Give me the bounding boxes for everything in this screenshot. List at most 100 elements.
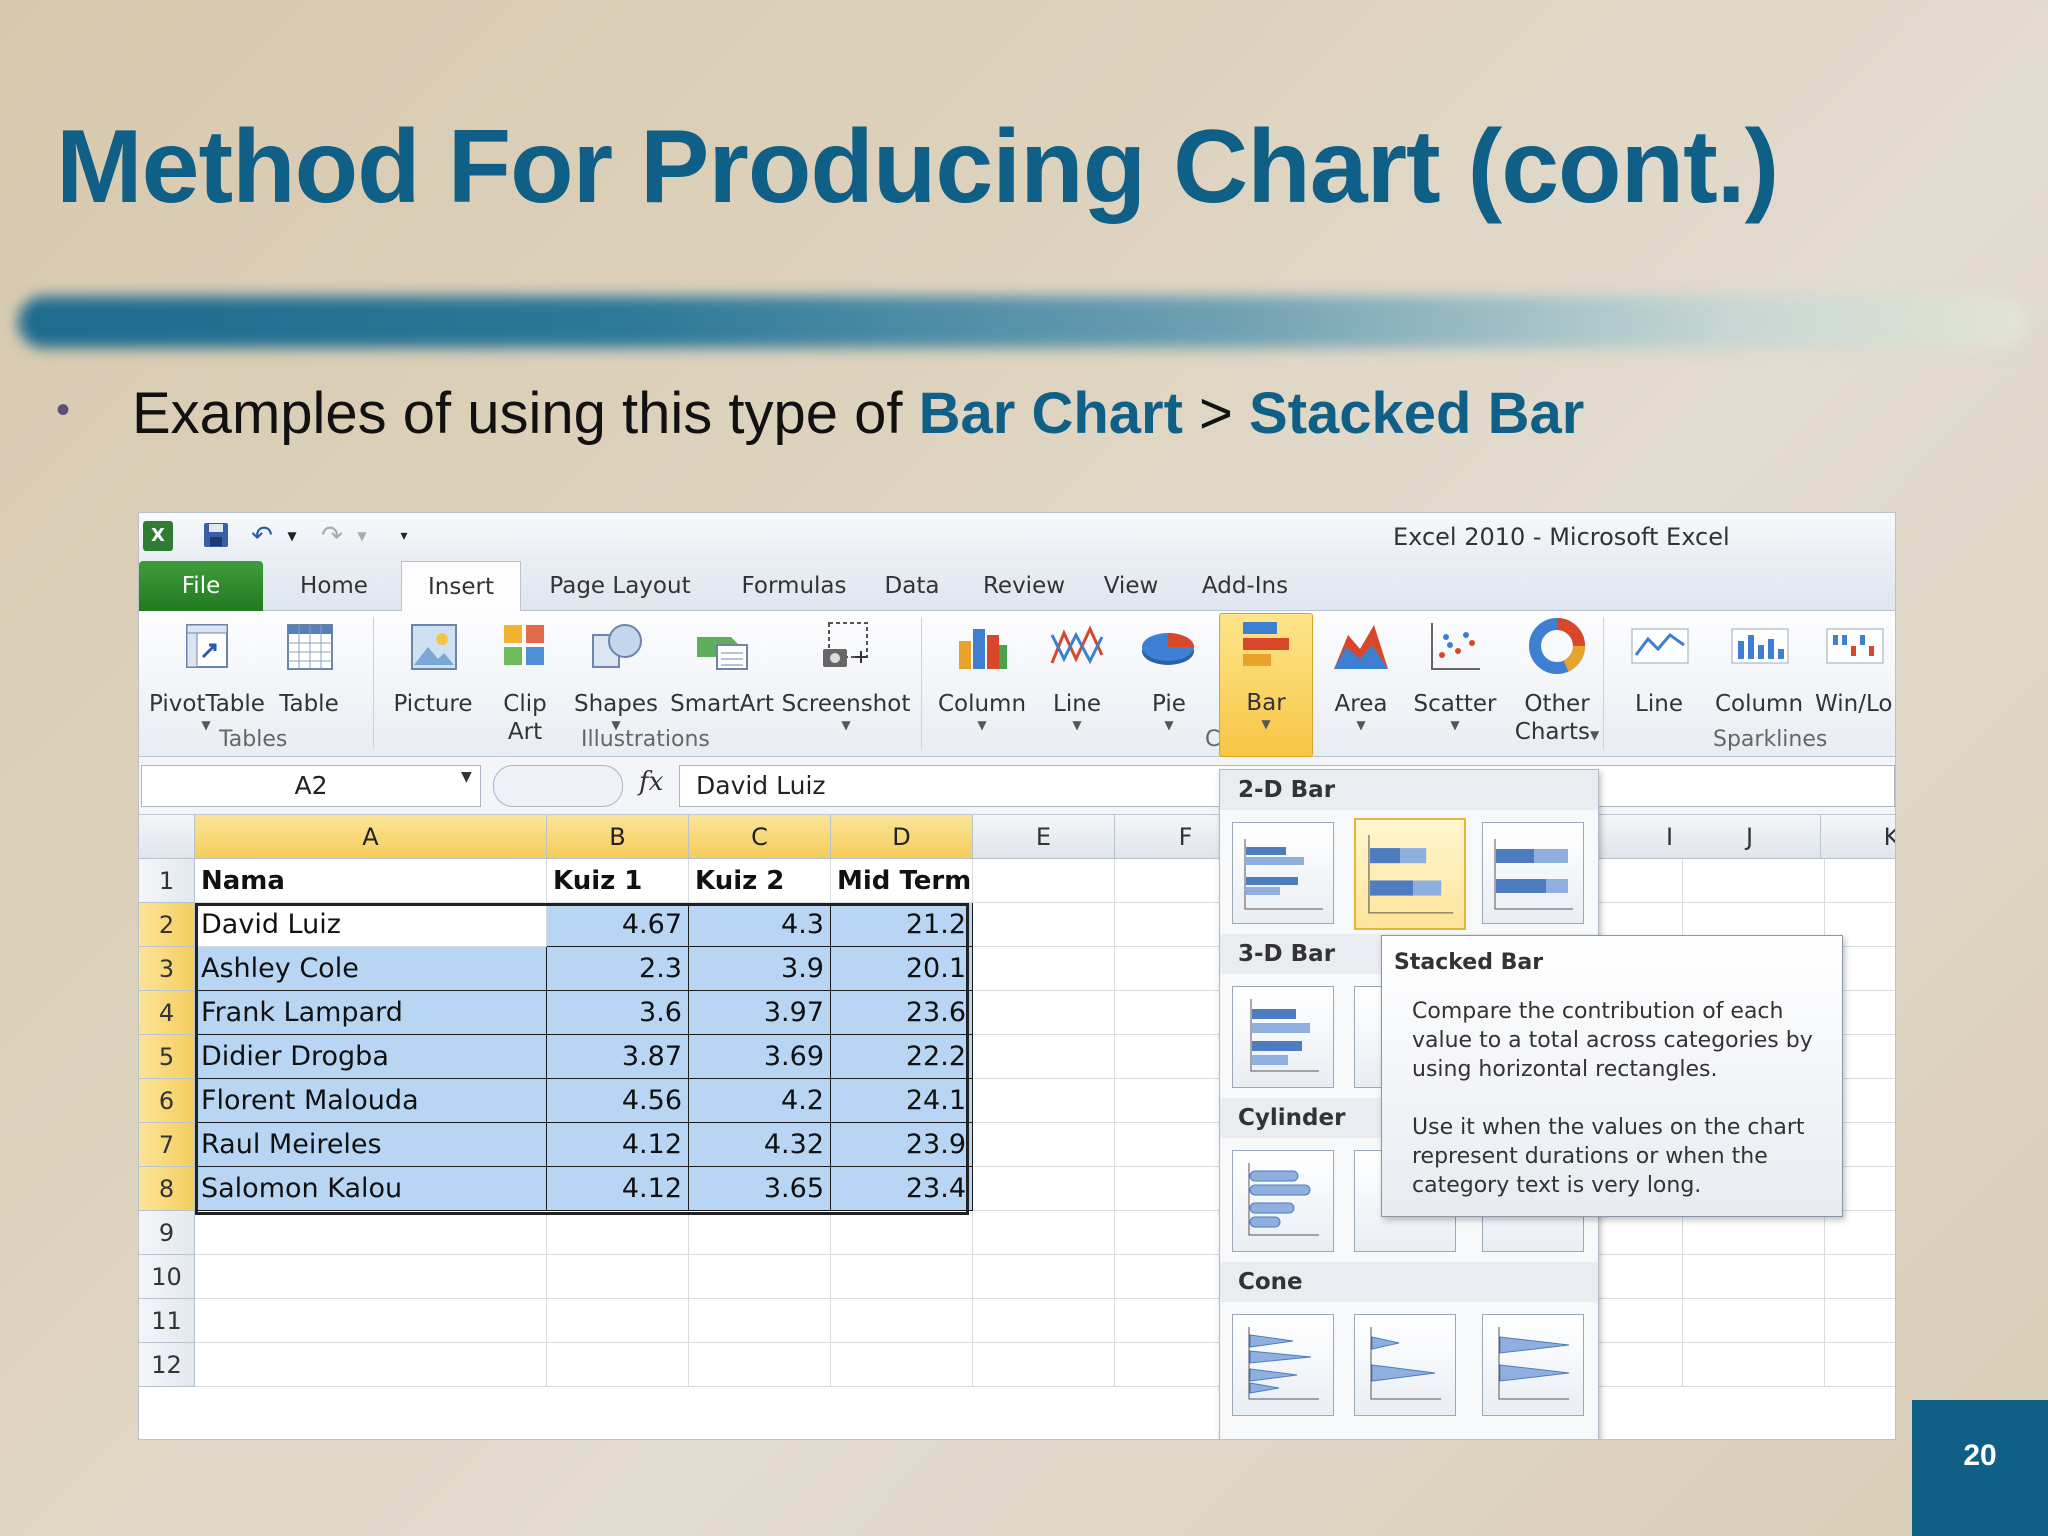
score-cell[interactable]: 24.1 — [831, 1079, 973, 1123]
name-cell[interactable]: Ashley Cole — [195, 947, 547, 991]
column-header-c[interactable]: C — [689, 815, 831, 859]
empty-cell[interactable] — [547, 1343, 689, 1387]
line-chart-button[interactable]: Line ▼ — [1039, 615, 1115, 732]
tab-formulas[interactable]: Formulas — [729, 561, 859, 611]
scatter-chart-button[interactable]: Scatter ▼ — [1407, 615, 1503, 732]
name-box-dropdown-icon[interactable]: ▼ — [461, 769, 472, 785]
score-cell[interactable]: 4.3 — [689, 903, 831, 947]
empty-cell[interactable] — [831, 1255, 973, 1299]
undo-dropdown-icon[interactable]: ▼ — [277, 521, 307, 551]
bar-chart-button[interactable]: Bar ▼ — [1219, 613, 1313, 757]
clip-art-button[interactable]: Clip Art — [489, 615, 561, 746]
score-cell[interactable]: 3.9 — [689, 947, 831, 991]
column-header-j[interactable]: J — [1679, 815, 1821, 859]
empty-cell[interactable] — [973, 859, 1115, 903]
customize-qat-icon[interactable]: ▾ — [389, 521, 419, 551]
tab-insert[interactable]: Insert — [401, 561, 521, 612]
sparkline-line-button[interactable]: Line — [1619, 615, 1699, 718]
name-box[interactable]: A2 — [141, 765, 481, 807]
row-header-7[interactable]: 7 — [139, 1123, 195, 1167]
empty-cell[interactable] — [973, 1211, 1115, 1255]
shapes-button[interactable]: Shapes ▼ — [569, 615, 663, 732]
empty-cell[interactable] — [547, 1255, 689, 1299]
empty-cell[interactable] — [195, 1211, 547, 1255]
empty-cell[interactable] — [973, 947, 1115, 991]
name-cell[interactable]: Raul Meireles — [195, 1123, 547, 1167]
empty-cell[interactable] — [831, 1211, 973, 1255]
screenshot-button[interactable]: Screenshot ▼ — [781, 615, 911, 732]
cone-bar-option[interactable] — [1232, 1314, 1334, 1416]
name-cell[interactable]: Didier Drogba — [195, 1035, 547, 1079]
insert-function-icon[interactable]: fx — [639, 767, 663, 797]
empty-cell[interactable] — [831, 1299, 973, 1343]
row-header-6[interactable]: 6 — [139, 1079, 195, 1123]
excel-logo-icon[interactable]: X — [143, 521, 173, 551]
empty-cell[interactable] — [973, 1035, 1115, 1079]
redo-dropdown-icon[interactable]: ▼ — [347, 521, 377, 551]
empty-cell[interactable] — [1825, 1299, 1895, 1343]
empty-cell[interactable] — [195, 1255, 547, 1299]
empty-cell[interactable] — [973, 991, 1115, 1035]
score-cell[interactable]: 3.6 — [547, 991, 689, 1035]
cone-stacked-bar-option[interactable] — [1354, 1314, 1456, 1416]
empty-cell[interactable] — [973, 903, 1115, 947]
other-charts-button[interactable]: Other Charts▼ — [1507, 615, 1607, 746]
cylinder-bar-option[interactable] — [1232, 1150, 1334, 1252]
score-cell[interactable]: 3.69 — [689, 1035, 831, 1079]
sparkline-winloss-button[interactable]: Win/Lo — [1815, 615, 1895, 718]
empty-cell[interactable] — [1825, 1211, 1895, 1255]
header-cell[interactable]: Kuiz 2 — [689, 859, 831, 903]
score-cell[interactable]: 4.56 — [547, 1079, 689, 1123]
area-chart-button[interactable]: Area ▼ — [1321, 615, 1401, 732]
row-header-5[interactable]: 5 — [139, 1035, 195, 1079]
empty-cell[interactable] — [1683, 1255, 1825, 1299]
empty-cell[interactable] — [1683, 859, 1825, 903]
score-cell[interactable]: 23.9 — [831, 1123, 973, 1167]
row-header-2[interactable]: 2 — [139, 903, 195, 947]
score-cell[interactable]: 2.3 — [547, 947, 689, 991]
redo-icon[interactable]: ↷ — [317, 521, 347, 551]
column-header-b[interactable]: B — [547, 815, 689, 859]
score-cell[interactable]: 3.97 — [689, 991, 831, 1035]
header-cell[interactable]: Kuiz 1 — [547, 859, 689, 903]
empty-cell[interactable] — [547, 1211, 689, 1255]
smartart-button[interactable]: SmartArt — [667, 615, 777, 718]
sparkline-column-button[interactable]: Column — [1711, 615, 1807, 718]
stacked-bar-option[interactable] — [1354, 818, 1466, 930]
picture-button[interactable]: Picture — [383, 615, 483, 718]
empty-cell[interactable] — [689, 1211, 831, 1255]
score-cell[interactable]: 21.2 — [831, 903, 973, 947]
empty-cell[interactable] — [973, 1123, 1115, 1167]
column-chart-button[interactable]: Column ▼ — [931, 615, 1033, 732]
empty-cell[interactable] — [1683, 1343, 1825, 1387]
score-cell[interactable]: 3.87 — [547, 1035, 689, 1079]
row-header-8[interactable]: 8 — [139, 1167, 195, 1211]
tab-review[interactable]: Review — [969, 561, 1079, 611]
row-header-11[interactable]: 11 — [139, 1299, 195, 1343]
empty-cell[interactable] — [195, 1343, 547, 1387]
row-header-4[interactable]: 4 — [139, 991, 195, 1035]
empty-cell[interactable] — [973, 1255, 1115, 1299]
score-cell[interactable]: 4.12 — [547, 1123, 689, 1167]
tab-add-ins[interactable]: Add-Ins — [1185, 561, 1305, 611]
empty-cell[interactable] — [973, 1343, 1115, 1387]
name-cell[interactable]: Salomon Kalou — [195, 1167, 547, 1211]
pivottable-button[interactable]: PivotTable ▼ — [149, 615, 265, 732]
score-cell[interactable]: 22.2 — [831, 1035, 973, 1079]
row-header-3[interactable]: 3 — [139, 947, 195, 991]
undo-icon[interactable]: ↶ — [247, 521, 277, 551]
empty-cell[interactable] — [689, 1299, 831, 1343]
empty-cell[interactable] — [689, 1343, 831, 1387]
empty-cell[interactable] — [1683, 1299, 1825, 1343]
empty-cell[interactable] — [689, 1255, 831, 1299]
column-header-d[interactable]: D — [831, 815, 973, 859]
score-cell[interactable]: 4.32 — [689, 1123, 831, 1167]
pie-chart-button[interactable]: Pie ▼ — [1129, 615, 1209, 732]
row-header-9[interactable]: 9 — [139, 1211, 195, 1255]
empty-cell[interactable] — [831, 1343, 973, 1387]
tab-page-layout[interactable]: Page Layout — [535, 561, 705, 611]
score-cell[interactable]: 4.67 — [547, 903, 689, 947]
score-cell[interactable]: 20.1 — [831, 947, 973, 991]
score-cell[interactable]: 3.65 — [689, 1167, 831, 1211]
score-cell[interactable]: 23.6 — [831, 991, 973, 1035]
